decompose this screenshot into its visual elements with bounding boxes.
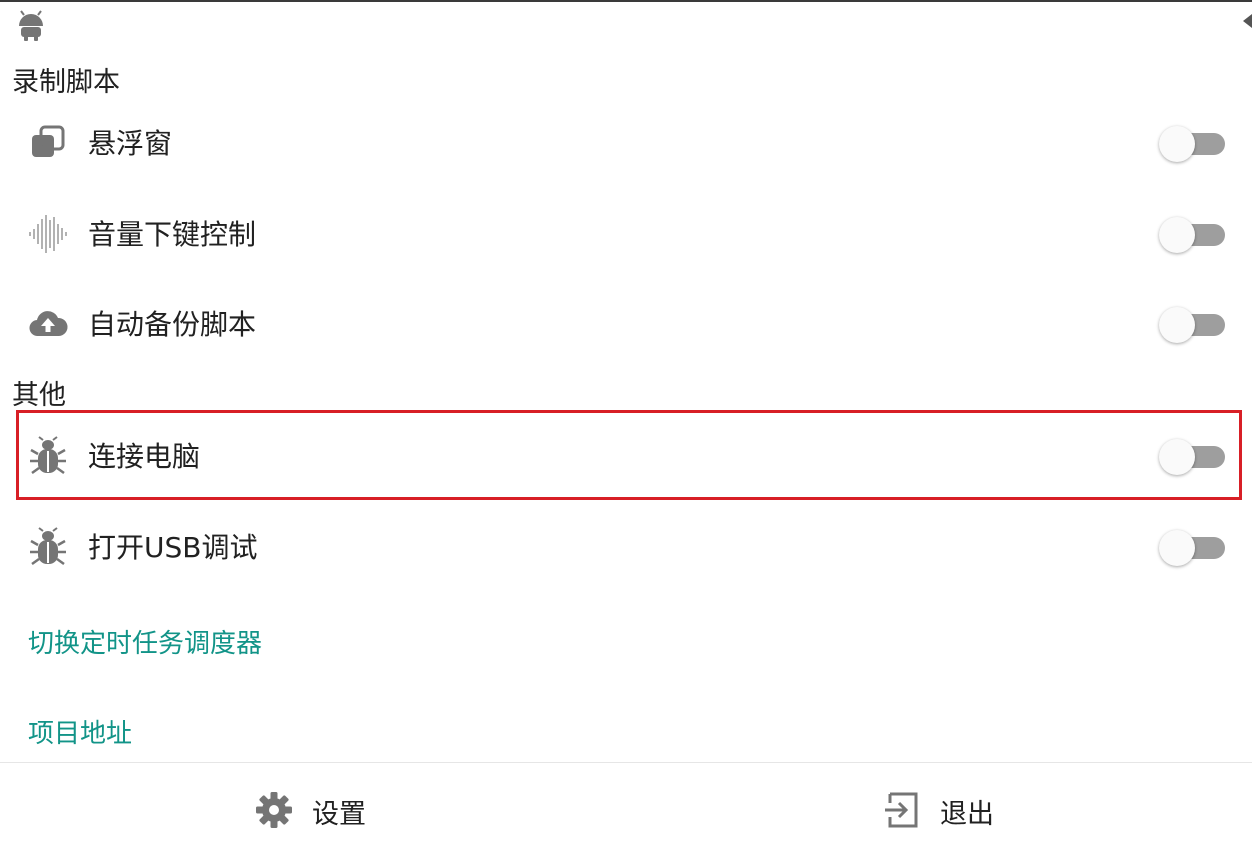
project-link[interactable]: 项目地址 [28, 713, 132, 750]
scheduler-link[interactable]: 切换定时任务调度器 [28, 623, 262, 660]
volume-key-switch[interactable] [1159, 214, 1227, 254]
setting-row-usb-debugging[interactable]: 打开USB调试 [0, 507, 1252, 587]
exit-label: 退出 [940, 799, 994, 830]
usb-debugging-switch[interactable] [1159, 527, 1227, 567]
footer-divider [0, 762, 1252, 763]
gear-icon [256, 792, 292, 828]
exit-icon [885, 792, 918, 828]
floating-window-icon [32, 125, 65, 157]
floating-window-switch[interactable] [1159, 123, 1227, 163]
top-border [0, 0, 1252, 2]
settings-button[interactable]: 设置 [254, 786, 394, 834]
setting-label: 悬浮窗 [88, 127, 173, 160]
switch-thumb [1159, 530, 1195, 566]
setting-label: 音量下键控制 [88, 218, 257, 251]
drawer-edge-indicator [1243, 14, 1252, 28]
bug-icon [30, 527, 66, 566]
setting-label: 自动备份脚本 [88, 308, 257, 341]
setting-label: 打开USB调试 [88, 531, 258, 564]
cloud-upload-icon [29, 311, 68, 337]
switch-thumb [1159, 307, 1195, 343]
setting-row-auto-backup[interactable]: 自动备份脚本 [0, 284, 1252, 364]
auto-backup-switch[interactable] [1159, 304, 1227, 344]
settings-label: 设置 [312, 799, 366, 830]
setting-row-volume-key[interactable]: 音量下键控制 [0, 194, 1252, 274]
android-icon [19, 10, 43, 41]
switch-thumb [1159, 217, 1195, 253]
setting-row-floating-window[interactable]: 悬浮窗 [0, 103, 1252, 183]
sound-wave-icon [29, 215, 67, 253]
switch-thumb [1159, 126, 1195, 162]
section-header-record: 录制脚本 [12, 67, 120, 98]
exit-button[interactable]: 退出 [882, 786, 1022, 834]
highlight-box [16, 410, 1242, 500]
section-header-other: 其他 [12, 380, 66, 411]
